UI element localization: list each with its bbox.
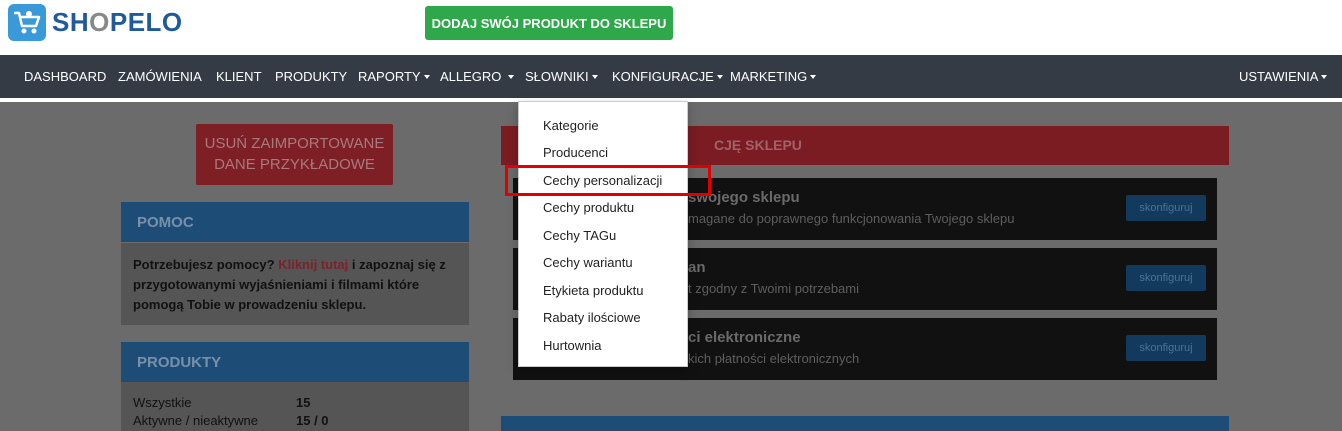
menu-item-producenci[interactable]: Producenci [543, 145, 608, 160]
menu-item-cechy-produktu[interactable]: Cechy produktu [543, 200, 634, 215]
menu-item-rabaty-ilosciowe[interactable]: Rabaty ilościowe [543, 310, 641, 325]
nav-konfiguracje[interactable]: KONFIGURACJE [612, 69, 723, 84]
menu-item-cechy-tagu[interactable]: Cechy TAGu [543, 228, 616, 243]
configure-button[interactable]: skonfiguruj [1126, 335, 1206, 361]
configure-button[interactable]: skonfiguruj [1126, 265, 1206, 291]
products-panel-title: PRODUKTY [121, 342, 469, 382]
config-row-desc: t zgodny z Twoimi potrzebami [688, 281, 859, 296]
menu-item-etykieta-produktu[interactable]: Etykieta produktu [543, 283, 643, 298]
list-item: Wszystkie 15 [133, 395, 311, 410]
menu-item-hurtownia[interactable]: Hurtownia [543, 338, 602, 353]
help-panel-body: Potrzebujesz pomocy? Kliknij tutaj i zap… [121, 243, 469, 325]
nav-allegro[interactable]: ALLEGRO [440, 69, 515, 84]
chevron-down-icon [423, 74, 430, 79]
chevron-down-icon [508, 74, 515, 79]
config-row-title: an [688, 259, 706, 276]
remove-demo-label-line1: USUŃ ZAIMPORTOWANE [204, 135, 385, 152]
nav-dashboard[interactable]: DASHBOARD [24, 69, 106, 84]
remove-demo-data-button[interactable]: USUŃ ZAIMPORTOWANE DANE PRZYKŁADOWE [196, 124, 393, 185]
logo-text: SHOPELO [52, 7, 183, 37]
chevron-down-icon [1321, 74, 1328, 79]
remove-demo-label-line2: DANE PRZYKŁADOWE [214, 156, 375, 173]
chevron-down-icon [716, 74, 723, 79]
menu-item-cechy-wariantu[interactable]: Cechy wariantu [543, 255, 633, 270]
help-text: Potrzebujesz pomocy? [133, 257, 279, 272]
chevron-down-icon [810, 74, 817, 79]
add-product-button[interactable]: DODAJ SWÓJ PRODUKT DO SKLEPU [425, 6, 673, 40]
bottom-panel-header [501, 416, 1229, 431]
help-panel-title: POMOC [121, 202, 469, 242]
main-nav: DASHBOARD ZAMÓWIENIA KLIENT PRODUKTY RAP… [0, 55, 1342, 100]
config-row-title: ci elektroniczne [688, 329, 801, 346]
list-item: Aktywne / nieaktywne 15 / 0 [133, 413, 329, 428]
products-panel-body: Wszystkie 15 Aktywne / nieaktywne 15 / 0 [121, 382, 469, 431]
nav-marketing[interactable]: MARKETING [730, 69, 817, 84]
nav-zamowienia[interactable]: ZAMÓWIENIA [118, 69, 202, 84]
help-link[interactable]: Kliknij tutaj [278, 257, 348, 272]
menu-item-kategorie[interactable]: Kategorie [543, 118, 599, 133]
nav-raporty[interactable]: RAPORTY [358, 69, 430, 84]
cart-icon [8, 4, 46, 41]
config-row-desc: magane do poprawnego funkcjonowania Twoj… [688, 211, 1015, 226]
chevron-down-icon [591, 74, 598, 79]
config-row-desc: kich płatności elektronicznych [688, 351, 860, 366]
slowniki-dropdown-menu: Kategorie Producenci Cechy personalizacj… [518, 101, 688, 367]
nav-produkty[interactable]: PRODUKTY [275, 69, 347, 84]
top-header: SHOPELO DODAJ SWÓJ PRODUKT DO SKLEPU [0, 0, 1342, 55]
nav-ustawienia[interactable]: USTAWIENIA [1239, 69, 1328, 84]
nav-klient[interactable]: KLIENT [216, 69, 262, 84]
nav-slowniki[interactable]: SŁOWNIKI [525, 69, 598, 84]
shopelo-logo[interactable]: SHOPELO [8, 4, 183, 41]
configure-button[interactable]: skonfiguruj [1126, 195, 1206, 221]
highlight-annotation [505, 165, 711, 196]
